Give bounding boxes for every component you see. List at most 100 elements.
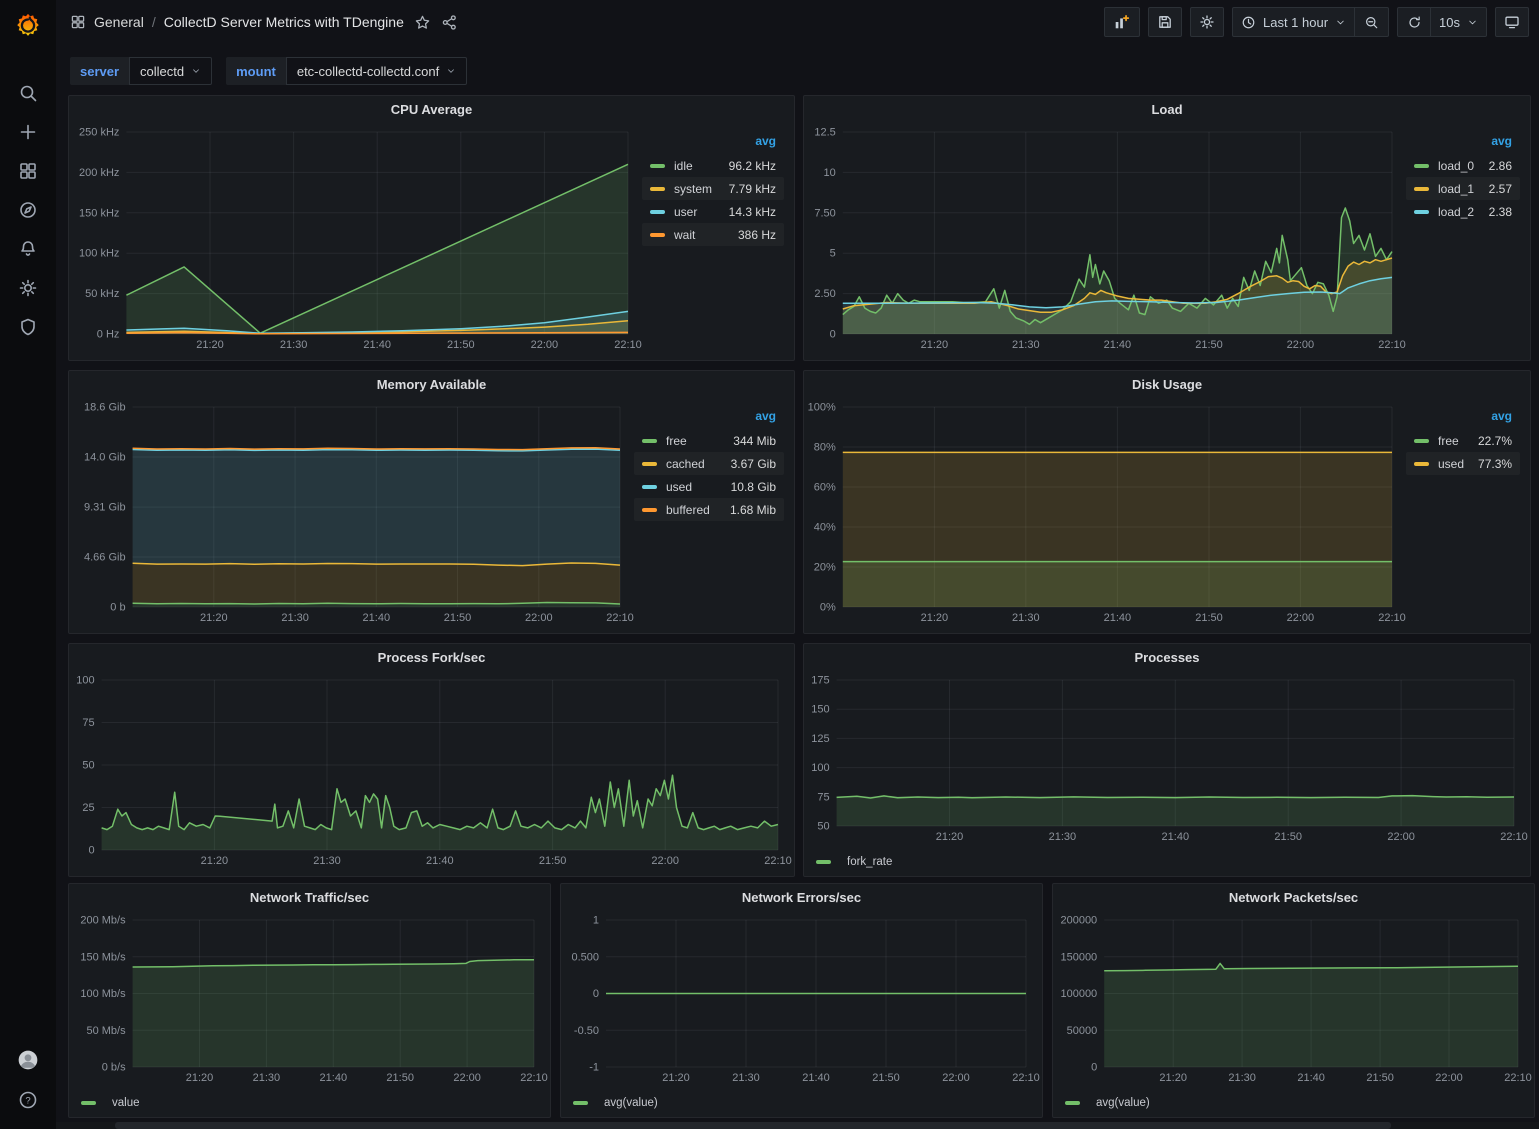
legend-row[interactable]: free344 Mib <box>634 429 784 452</box>
user-avatar[interactable] <box>17 1049 39 1071</box>
legend-series-name: idle <box>674 159 693 173</box>
panel-title[interactable]: CPU Average <box>69 96 794 122</box>
legend-avg-header[interactable]: avg <box>1406 134 1520 154</box>
search-icon[interactable] <box>17 82 39 104</box>
legend-series-name: load_2 <box>1438 205 1474 219</box>
legend-row[interactable]: load_02.86 <box>1406 154 1520 177</box>
svg-text:22:10: 22:10 <box>1012 1072 1040 1084</box>
panel-title[interactable]: Memory Available <box>69 371 794 397</box>
legend-row[interactable]: load_22.38 <box>1406 200 1520 223</box>
legend-item[interactable]: avg(value) <box>573 1097 658 1109</box>
svg-text:200 kHz: 200 kHz <box>79 167 119 179</box>
svg-text:100 Mb/s: 100 Mb/s <box>80 988 126 1000</box>
legend-avg-header[interactable]: avg <box>642 134 784 154</box>
svg-text:21:50: 21:50 <box>1195 339 1223 351</box>
panel-title[interactable]: Network Packets/sec <box>1053 884 1534 910</box>
disk-usage-chart[interactable]: 0%20%40%60%80%100%21:2021:3021:4021:5022… <box>806 397 1406 627</box>
svg-text:21:50: 21:50 <box>444 612 472 624</box>
network-errors-chart[interactable]: -1-0.5000.500121:2021:3021:4021:5022:002… <box>563 910 1040 1087</box>
svg-text:22:10: 22:10 <box>614 339 642 351</box>
legend-series-value: 2.38 <box>1475 205 1512 219</box>
memory-available-chart[interactable]: 0 b4.66 Gib9.31 Gib14.0 Gib18.6 Gib21:20… <box>71 397 634 627</box>
legend-row[interactable]: free22.7% <box>1406 429 1520 452</box>
svg-text:100 kHz: 100 kHz <box>79 248 119 260</box>
panel-title[interactable]: Disk Usage <box>804 371 1530 397</box>
panel-memory-available: Memory Available 0 b4.66 Gib9.31 Gib14.0… <box>68 370 795 634</box>
svg-text:21:40: 21:40 <box>1297 1072 1325 1084</box>
panel-title[interactable]: Load <box>804 96 1530 122</box>
svg-text:0: 0 <box>88 845 94 857</box>
panel-title[interactable]: Network Traffic/sec <box>69 884 550 910</box>
panel-title[interactable]: Processes <box>804 644 1530 670</box>
svg-text:50 Mb/s: 50 Mb/s <box>86 1025 126 1037</box>
legend-row[interactable]: idle96.2 kHz <box>642 154 784 177</box>
explore-compass-icon[interactable] <box>17 199 39 221</box>
svg-text:21:30: 21:30 <box>280 339 308 351</box>
panel-title[interactable]: Process Fork/sec <box>69 644 794 670</box>
legend-avg-header[interactable]: avg <box>1406 409 1520 429</box>
network-packets-chart[interactable]: 05000010000015000020000021:2021:3021:402… <box>1055 910 1532 1087</box>
svg-text:150 kHz: 150 kHz <box>79 207 119 219</box>
panel-cpu-average: CPU Average 0 Hz50 kHz100 kHz150 kHz200 … <box>68 95 795 361</box>
legend-row[interactable]: load_12.57 <box>1406 177 1520 200</box>
panel-network-traffic: Network Traffic/sec 0 b/s 50 Mb/s 100 Mb/s… <box>68 883 551 1118</box>
legend-row[interactable]: used10.8 Gib <box>634 475 784 498</box>
legend-item[interactable]: avg(value) <box>1065 1097 1150 1109</box>
svg-text:80%: 80% <box>814 442 836 454</box>
svg-text:0%: 0% <box>820 602 836 614</box>
create-plus-icon[interactable] <box>17 121 39 143</box>
legend-row[interactable]: used77.3% <box>1406 452 1520 475</box>
legend-row[interactable]: wait386 Hz <box>642 223 784 246</box>
dashboards-icon[interactable] <box>17 160 39 182</box>
legend-row[interactable]: user14.3 kHz <box>642 200 784 223</box>
legend-series-value: 77.3% <box>1464 457 1512 471</box>
panel-network-errors: Network Errors/sec -1-0.5000.500121:2021… <box>560 883 1043 1118</box>
svg-text:10: 10 <box>824 167 836 179</box>
series-color-swatch <box>642 462 657 466</box>
configuration-gear-icon[interactable] <box>17 277 39 299</box>
legend-series-value: 2.86 <box>1475 159 1512 173</box>
legend-row[interactable]: cached3.67 Gib <box>634 452 784 475</box>
panel-title[interactable]: Network Errors/sec <box>561 884 1042 910</box>
legend-row[interactable]: system7.79 kHz <box>642 177 784 200</box>
legend-series-name: buffered <box>666 503 710 517</box>
load-chart[interactable]: 02.5057.501012.521:2021:3021:4021:5022:0… <box>806 122 1406 354</box>
svg-text:50 kHz: 50 kHz <box>85 288 119 300</box>
svg-text:21:40: 21:40 <box>802 1072 830 1084</box>
svg-text:0 b: 0 b <box>110 602 125 614</box>
network-packets-legend: avg(value) <box>1053 1093 1534 1117</box>
legend-series-name: used <box>666 480 692 494</box>
svg-text:21:50: 21:50 <box>539 855 567 867</box>
admin-shield-icon[interactable] <box>17 316 39 338</box>
legend-row[interactable]: buffered1.68 Mib <box>634 498 784 521</box>
svg-text:21:40: 21:40 <box>1104 339 1132 351</box>
legend-series-name: wait <box>674 228 695 242</box>
svg-text:100: 100 <box>811 762 829 774</box>
help-icon[interactable]: ? <box>17 1089 39 1111</box>
grafana-logo[interactable] <box>0 0 56 52</box>
legend-avg-header[interactable]: avg <box>634 409 784 429</box>
horizontal-scrollbar[interactable] <box>56 1122 1539 1129</box>
svg-text:1: 1 <box>593 915 599 927</box>
legend-item[interactable]: fork_rate <box>816 856 892 868</box>
svg-text:0 b/s: 0 b/s <box>102 1062 126 1074</box>
svg-text:150: 150 <box>811 704 829 716</box>
svg-text:0.500: 0.500 <box>571 951 599 963</box>
alerting-bell-icon[interactable] <box>17 238 39 260</box>
network-traffic-chart[interactable]: 0 b/s50 Mb/s100 Mb/s150 Mb/s200 Mb/s21:2… <box>71 910 548 1087</box>
series-color-swatch <box>573 1101 588 1105</box>
processes-chart[interactable]: 507510012515017521:2021:3021:4021:5022:0… <box>806 670 1528 846</box>
cpu-legend: avgidle96.2 kHzsystem7.79 kHzuser14.3 kH… <box>642 122 792 354</box>
cpu-average-chart[interactable]: 0 Hz50 kHz100 kHz150 kHz200 kHz250 kHz21… <box>71 122 642 354</box>
series-color-swatch <box>81 1101 96 1105</box>
process-fork-chart[interactable]: 025507510021:2021:3021:4021:5022:0022:10 <box>71 670 792 870</box>
panel-processes: Processes 507510012515017521:2021:3021:4… <box>803 643 1531 877</box>
svg-text:7.50: 7.50 <box>814 207 835 219</box>
svg-text:21:20: 21:20 <box>196 339 224 351</box>
svg-text:22:00: 22:00 <box>453 1072 481 1084</box>
legend-item[interactable]: value <box>81 1097 140 1109</box>
svg-text:150000: 150000 <box>1060 951 1097 963</box>
series-color-swatch <box>642 485 657 489</box>
svg-text:175: 175 <box>811 675 829 687</box>
svg-text:50: 50 <box>82 760 94 772</box>
